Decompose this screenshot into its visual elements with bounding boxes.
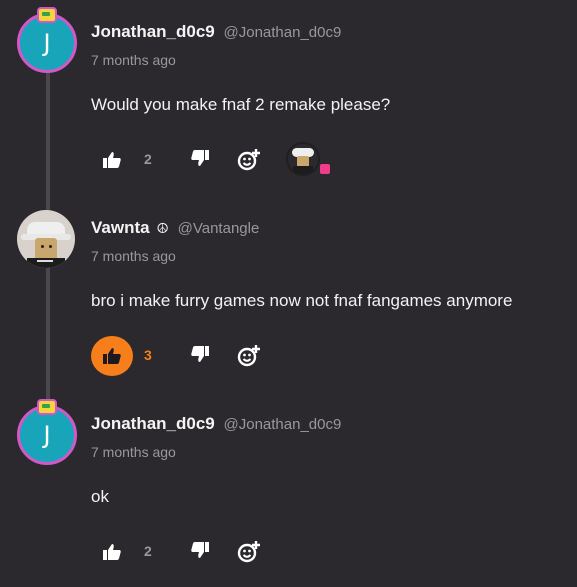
comment-text: ok [91, 487, 109, 506]
comment-text: Would you make fnaf 2 remake please? [91, 95, 391, 114]
user-handle[interactable]: @Jonathan_d0c9 [224, 416, 342, 433]
like-button[interactable] [91, 336, 133, 376]
add-reaction-icon [237, 345, 260, 367]
comment-author: Jonathan_d0c9 @Jonathan_d0c9 [91, 414, 341, 434]
comment-text: bro i make furry games now not fnaf fang… [91, 291, 513, 310]
add-reaction-icon [237, 541, 260, 563]
crown-badge-icon [37, 7, 57, 23]
thumbs-down-icon [191, 346, 209, 362]
comment-actions: 3 [91, 336, 491, 376]
comment-author: Jonathan_d0c9 @Jonathan_d0c9 [91, 22, 341, 42]
thumbs-up-icon [103, 348, 121, 364]
timestamp: 7 months ago [91, 444, 176, 460]
peace-icon: ☮ [156, 220, 169, 236]
dislike-button[interactable] [191, 542, 213, 562]
like-button[interactable] [91, 532, 133, 572]
add-reaction-button[interactable] [237, 540, 261, 564]
username[interactable]: Jonathan_d0c9 [91, 22, 215, 41]
username[interactable]: Vawnta [91, 218, 150, 237]
like-button[interactable] [91, 140, 133, 180]
comment-actions: 2 [91, 532, 491, 572]
reaction-user-avatar[interactable] [286, 142, 330, 176]
add-reaction-button[interactable] [237, 148, 261, 172]
thumbs-down-icon [191, 542, 209, 558]
reaction-badge-icon [320, 164, 330, 174]
add-reaction-button[interactable] [237, 344, 261, 368]
user-handle[interactable]: @Vantangle [178, 220, 260, 237]
comment-author: Vawnta ☮ @Vantangle [91, 218, 259, 238]
like-count: 2 [144, 543, 152, 559]
dislike-button[interactable] [191, 150, 213, 170]
thumbs-down-icon [191, 150, 209, 166]
timestamp: 7 months ago [91, 248, 176, 264]
like-count: 2 [144, 151, 152, 167]
add-reaction-icon [237, 149, 260, 171]
comment-actions: 2 [91, 140, 491, 180]
avatar-letter: J [43, 29, 51, 57]
user-handle[interactable]: @Jonathan_d0c9 [224, 24, 342, 41]
avatar-letter: J [43, 421, 51, 449]
thumbs-up-icon [103, 152, 121, 168]
timestamp: 7 months ago [91, 52, 176, 68]
username[interactable]: Jonathan_d0c9 [91, 414, 215, 433]
crown-badge-icon [37, 399, 57, 415]
avatar[interactable] [17, 210, 77, 270]
like-count: 3 [144, 347, 152, 363]
avatar[interactable]: J [17, 7, 77, 73]
thumbs-up-icon [103, 544, 121, 560]
avatar[interactable]: J [17, 399, 77, 465]
dislike-button[interactable] [191, 346, 213, 366]
